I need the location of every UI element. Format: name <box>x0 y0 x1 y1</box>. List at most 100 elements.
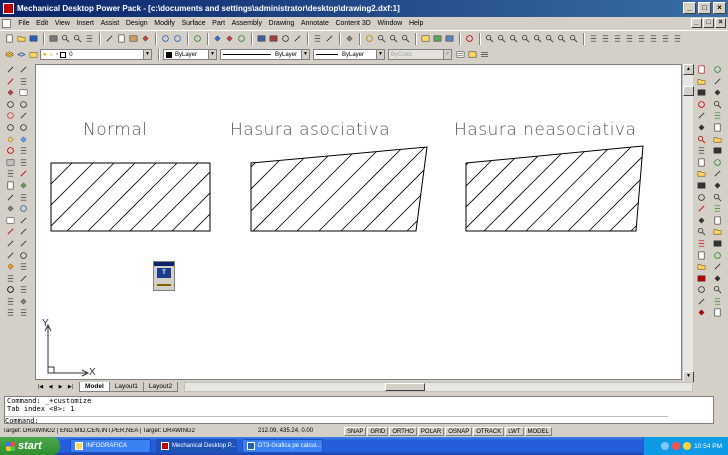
tab-layout1[interactable]: Layout1 <box>108 382 144 392</box>
dimension-tool-icon[interactable] <box>712 215 723 226</box>
match-properties-icon[interactable] <box>467 49 478 60</box>
design-center-icon[interactable] <box>432 33 443 44</box>
snap-toggle[interactable]: SNAP <box>344 426 367 436</box>
lineweight-combo[interactable]: ByLayer ▼ <box>313 49 385 60</box>
ucs-view-icon[interactable] <box>636 33 647 44</box>
tab-layout2[interactable]: Layout2 <box>142 382 179 392</box>
break-icon[interactable] <box>5 238 16 249</box>
ortho-toggle[interactable]: ORTHO <box>389 426 417 436</box>
layer-previous-icon[interactable] <box>16 49 27 60</box>
mechanical-tool-icon[interactable] <box>696 76 707 87</box>
dimension-icon[interactable] <box>312 33 323 44</box>
menu-surface[interactable]: Surface <box>178 20 209 27</box>
rectangle-icon[interactable] <box>18 87 29 98</box>
zoom-out-icon[interactable] <box>496 33 507 44</box>
mechanical-tool-icon[interactable] <box>696 250 707 261</box>
annotate-icon[interactable] <box>324 33 335 44</box>
multiline-icon[interactable] <box>18 76 29 87</box>
move-icon[interactable] <box>5 203 16 214</box>
menu-design[interactable]: Design <box>123 20 151 27</box>
dimension-tool-icon[interactable] <box>712 134 723 145</box>
assembly-icon[interactable] <box>256 33 267 44</box>
dimension-tool-icon[interactable] <box>712 76 723 87</box>
trim-icon[interactable] <box>5 226 16 237</box>
hole-icon[interactable] <box>5 284 16 295</box>
sep2-icon[interactable] <box>18 307 29 318</box>
model-toggle[interactable]: MODEL <box>524 426 552 436</box>
zoom-realtime-icon[interactable] <box>376 33 387 44</box>
document-icon[interactable] <box>2 18 11 28</box>
mechanical-tool-icon[interactable] <box>696 273 707 284</box>
dimension-tool-icon[interactable] <box>712 157 723 168</box>
spline-icon[interactable] <box>18 110 29 121</box>
maximize-button[interactable]: □ <box>698 2 711 14</box>
copy-icon[interactable] <box>116 33 127 44</box>
array-icon[interactable] <box>18 192 29 203</box>
dimension-tool-icon[interactable] <box>712 296 723 307</box>
drawing-icon[interactable] <box>268 33 279 44</box>
undo-icon[interactable] <box>160 33 171 44</box>
feature-icon[interactable] <box>224 33 235 44</box>
mechanical-tool-icon[interactable] <box>696 307 707 318</box>
dimension-tool-icon[interactable] <box>712 122 723 133</box>
hyperlink-icon[interactable] <box>192 33 203 44</box>
text-icon[interactable] <box>18 261 29 272</box>
surface-icon[interactable] <box>18 296 29 307</box>
ucs-3point-icon[interactable] <box>660 33 671 44</box>
mtext-icon[interactable] <box>5 168 16 179</box>
zoom-extents-icon[interactable] <box>520 33 531 44</box>
layers-icon[interactable] <box>4 49 15 60</box>
start-button[interactable]: start <box>0 437 60 455</box>
dimension-tool-icon[interactable] <box>712 226 723 237</box>
close-button[interactable]: × <box>713 2 726 14</box>
dimension-tool-icon[interactable] <box>712 203 723 214</box>
network-icon[interactable] <box>661 442 670 450</box>
mechanical-tool-icon[interactable] <box>696 168 707 179</box>
doc-restore-button[interactable]: □ <box>703 18 714 28</box>
plotstyle-combo[interactable]: ByColor ▼ <box>388 49 452 60</box>
tool-palette-icon[interactable] <box>444 33 455 44</box>
zoom-dynamic-icon[interactable] <box>556 33 567 44</box>
dimension-tool-icon[interactable] <box>712 99 723 110</box>
mechanical-tool-icon[interactable] <box>696 64 707 75</box>
dimension-tool-icon[interactable] <box>712 64 723 75</box>
zoom-window-icon[interactable] <box>388 33 399 44</box>
first-tab-button[interactable]: |◀ <box>36 383 45 392</box>
prev-tab-button[interactable]: ◀ <box>46 383 55 392</box>
menu-annotate[interactable]: Annotate <box>298 20 333 27</box>
dimension-tool-icon[interactable] <box>712 145 723 156</box>
vertical-scrollbar[interactable]: ▲ ▼ <box>682 64 694 382</box>
ucs-face-icon[interactable] <box>624 33 635 44</box>
extend-icon[interactable] <box>18 226 29 237</box>
point-icon[interactable] <box>5 145 16 156</box>
grid-toggle[interactable]: GRID <box>367 426 389 436</box>
zoom-object-icon[interactable] <box>568 33 579 44</box>
next-tab-button[interactable]: ▶ <box>56 383 65 392</box>
volume-icon[interactable] <box>683 442 692 450</box>
zoom-scale-icon[interactable] <box>544 33 555 44</box>
dimension-tool-icon[interactable] <box>712 168 723 179</box>
table-icon[interactable] <box>18 157 29 168</box>
insert-block-icon[interactable] <box>5 134 16 145</box>
menu-window[interactable]: Window <box>374 20 406 27</box>
spelling-icon[interactable] <box>84 33 95 44</box>
dimension-tool-icon[interactable] <box>712 192 723 203</box>
ellipse-icon[interactable] <box>5 122 16 133</box>
offset-icon[interactable] <box>5 192 16 203</box>
menu-content-3d[interactable]: Content 3D <box>332 20 374 27</box>
zoom-all-icon[interactable] <box>508 33 519 44</box>
cut-icon[interactable] <box>104 33 115 44</box>
section-icon[interactable] <box>292 33 303 44</box>
properties-icon[interactable] <box>420 33 431 44</box>
mechanical-tool-icon[interactable] <box>696 122 707 133</box>
menu-modify[interactable]: Modify <box>151 20 178 27</box>
redo-icon[interactable] <box>172 33 183 44</box>
print-icon[interactable] <box>48 33 59 44</box>
polar-toggle[interactable]: POLAR <box>417 426 445 436</box>
sep-icon[interactable] <box>5 307 16 318</box>
linetype-combo[interactable]: ByLayer ▼ <box>220 49 310 60</box>
dimension-tool-icon[interactable] <box>712 110 723 121</box>
lwt-toggle[interactable]: LWT <box>505 426 524 436</box>
mechanical-tool-icon[interactable] <box>696 99 707 110</box>
pan-realtime-icon[interactable] <box>364 33 375 44</box>
